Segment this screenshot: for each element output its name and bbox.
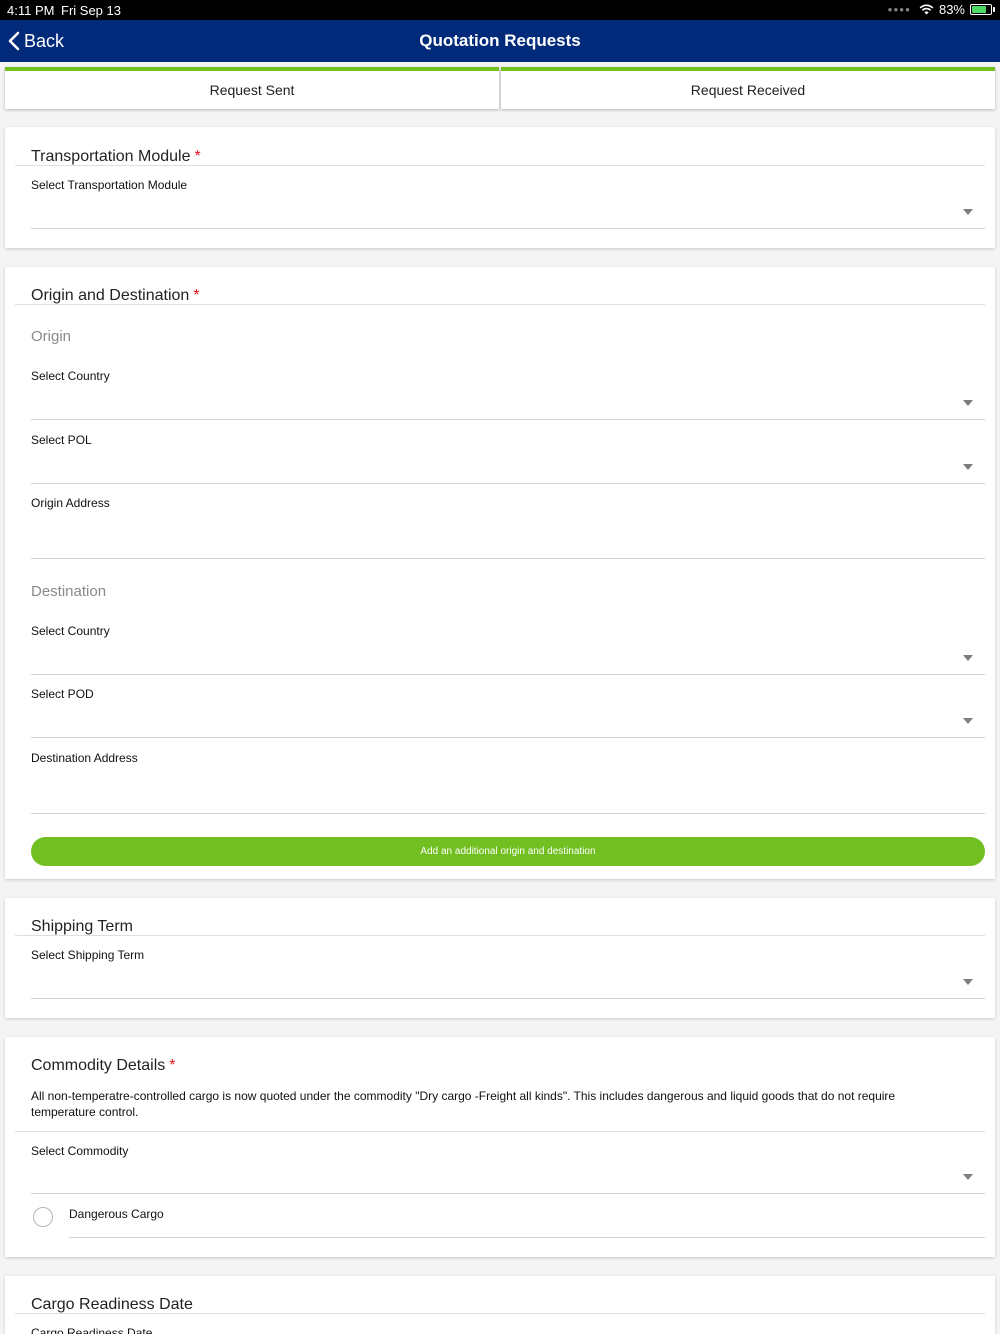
battery-charging-icon bbox=[970, 4, 995, 15]
transportation-heading: Transportation Module * bbox=[31, 148, 201, 166]
commodity-label: Select Commodity bbox=[31, 1144, 129, 1158]
origin-destination-heading: Origin and Destination * bbox=[31, 287, 200, 305]
cargo-readiness-card: Cargo Readiness Date Cargo Readiness Dat… bbox=[5, 1276, 995, 1334]
origin-destination-card: Origin and Destination * Origin Select Co… bbox=[5, 267, 995, 879]
destination-address-label: Destination Address bbox=[31, 751, 138, 765]
cargo-readiness-label[interactable]: Cargo Readiness Date bbox=[31, 1326, 152, 1334]
dangerous-cargo-label: Dangerous Cargo bbox=[69, 1207, 164, 1221]
cargo-readiness-heading: Cargo Readiness Date bbox=[31, 1296, 193, 1313]
dropdown-caret-icon bbox=[963, 400, 973, 406]
pod-label: Select POD bbox=[31, 687, 94, 701]
dangerous-cargo-radio[interactable] bbox=[33, 1207, 53, 1227]
shipping-term-select[interactable] bbox=[31, 963, 985, 999]
dropdown-caret-icon bbox=[963, 1174, 973, 1180]
commodity-notice: All non-temperatre-controlled cargo is n… bbox=[31, 1089, 896, 1119]
divider bbox=[15, 1131, 985, 1132]
shipping-term-label: Select Shipping Term bbox=[31, 948, 145, 962]
chevron-left-icon bbox=[8, 31, 20, 51]
status-date: Fri Sep 13 bbox=[61, 3, 121, 18]
destination-country-select[interactable] bbox=[31, 639, 985, 675]
dropdown-caret-icon bbox=[963, 979, 973, 985]
shipping-term-heading: Shipping Term bbox=[31, 918, 133, 935]
origin-destination-heading-text: Origin and Destination bbox=[31, 287, 190, 304]
pol-select[interactable] bbox=[31, 448, 985, 484]
destination-address-input[interactable] bbox=[31, 766, 985, 814]
pod-select[interactable] bbox=[31, 702, 985, 738]
transportation-select-label: Select Transportation Module bbox=[31, 178, 188, 192]
wifi-icon bbox=[919, 4, 934, 15]
back-button[interactable]: Back bbox=[8, 29, 64, 53]
commodity-heading-text: Commodity Details bbox=[31, 1057, 166, 1074]
pol-label: Select POL bbox=[31, 433, 92, 447]
required-asterisk: * bbox=[194, 148, 201, 165]
battery-percent: 83% bbox=[938, 2, 965, 17]
commodity-select[interactable] bbox=[31, 1158, 985, 1194]
status-time: 4:11 PM bbox=[7, 3, 55, 18]
transportation-heading-text: Transportation Module bbox=[31, 148, 191, 165]
commodity-heading: Commodity Details * bbox=[31, 1057, 176, 1075]
status-right: ●●●● 83% bbox=[887, 2, 995, 17]
tab-request-sent[interactable]: Request Sent bbox=[5, 67, 499, 109]
signal-dots-icon: ●●●● bbox=[887, 5, 911, 14]
destination-subheading: Destination bbox=[31, 583, 107, 600]
transportation-module-select[interactable] bbox=[31, 193, 985, 229]
destination-country-label: Select Country bbox=[31, 624, 110, 638]
origin-country-select[interactable] bbox=[31, 384, 985, 420]
origin-address-label: Origin Address bbox=[31, 496, 110, 510]
origin-country-label: Select Country bbox=[31, 369, 110, 383]
dropdown-caret-icon bbox=[963, 464, 973, 470]
divider bbox=[69, 1237, 985, 1238]
divider bbox=[15, 935, 985, 936]
divider bbox=[15, 165, 985, 166]
tab-request-received[interactable]: Request Received bbox=[501, 67, 995, 109]
divider bbox=[15, 304, 985, 305]
divider bbox=[15, 1313, 985, 1314]
segmented-tabs: Request Sent Request Received bbox=[5, 67, 995, 109]
dropdown-caret-icon bbox=[963, 718, 973, 724]
origin-subheading: Origin bbox=[31, 328, 72, 345]
dropdown-caret-icon bbox=[963, 655, 973, 661]
transportation-module-card: Transportation Module * Select Transporta… bbox=[5, 127, 995, 248]
shipping-term-card: Shipping Term Select Shipping Term bbox=[5, 898, 995, 1018]
origin-address-input[interactable] bbox=[31, 511, 985, 559]
status-bar: 4:11 PM Fri Sep 13 ●●●● 83% bbox=[0, 0, 1000, 20]
add-origin-destination-button[interactable]: Add an additional origin and destination bbox=[31, 837, 985, 866]
required-asterisk: * bbox=[193, 287, 200, 304]
page-title: Quotation Requests bbox=[419, 31, 581, 50]
nav-bar: Back Quotation Requests bbox=[0, 20, 1000, 62]
required-asterisk: * bbox=[169, 1057, 176, 1074]
commodity-details-card: Commodity Details * All non-temperatre-co… bbox=[5, 1037, 995, 1257]
back-label: Back bbox=[24, 30, 65, 51]
dropdown-caret-icon bbox=[963, 209, 973, 215]
